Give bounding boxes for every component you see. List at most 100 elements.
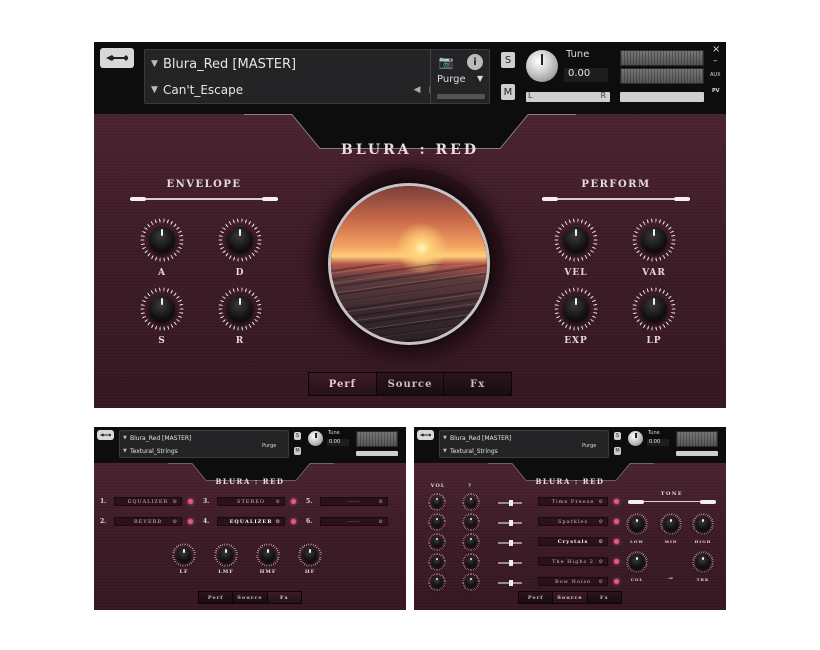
aux-button[interactable]: AUX: [710, 72, 721, 78]
source-instrument-name[interactable]: Blura_Red [MASTER]: [450, 435, 608, 442]
layer-5-led[interactable]: [614, 579, 619, 584]
fx-tab-fx[interactable]: Fx: [267, 592, 301, 603]
gear-icon[interactable]: ⚙: [173, 499, 178, 505]
attack-knob[interactable]: [140, 218, 184, 262]
gear-icon[interactable]: ⚙: [276, 519, 281, 525]
tone-col-knob[interactable]: [626, 551, 648, 573]
source-tune-knob[interactable]: [628, 431, 643, 446]
layer-1-pan-knob[interactable]: [462, 493, 480, 511]
tone-trk-knob[interactable]: [692, 551, 714, 573]
fx-slot-6[interactable]: ----- ⚙: [320, 517, 388, 526]
fx-solo-button[interactable]: S: [294, 432, 301, 440]
layer-4-led[interactable]: [614, 559, 619, 564]
fx-slot-2-led[interactable]: [188, 519, 193, 524]
fx-slot-1[interactable]: EQUALIZER ⚙: [114, 497, 182, 506]
source-tab-fx[interactable]: Fx: [587, 592, 621, 603]
expression-knob[interactable]: [554, 287, 598, 331]
layer-4-slider[interactable]: [498, 560, 522, 566]
fx-slot-2[interactable]: REVERB ⚙: [114, 517, 182, 526]
fx-volume-slider[interactable]: [356, 451, 398, 456]
layer-3-slider[interactable]: [498, 540, 522, 546]
fx-slot-3[interactable]: STEREO ⚙: [217, 497, 285, 506]
layer-5-slider[interactable]: [498, 580, 522, 586]
tab-fx[interactable]: Fx: [444, 373, 512, 395]
velocity-knob[interactable]: [554, 218, 598, 262]
lowpass-knob[interactable]: [632, 287, 676, 331]
gear-icon[interactable]: ⚙: [379, 519, 384, 525]
wrench-button[interactable]: [100, 48, 134, 68]
volume-slider[interactable]: [620, 92, 704, 102]
layer-3-led[interactable]: [614, 539, 619, 544]
tab-perf[interactable]: Perf: [309, 373, 377, 395]
camera-icon[interactable]: 📷: [437, 54, 455, 70]
info-icon[interactable]: i: [467, 54, 483, 70]
instrument-dropdown-icon[interactable]: ▼: [151, 59, 163, 69]
layer-4-vol-knob[interactable]: [428, 553, 446, 571]
source-tab-perf[interactable]: Perf: [519, 592, 554, 603]
layer-2-slider[interactable]: [498, 520, 522, 526]
layer-5-vol-knob[interactable]: [428, 573, 446, 591]
tune-knob[interactable]: [526, 50, 558, 82]
gear-icon[interactable]: ⚙: [599, 539, 604, 545]
fx-tab-source[interactable]: Source: [233, 592, 268, 603]
decay-knob[interactable]: [218, 218, 262, 262]
layer-1-vol-knob[interactable]: [428, 493, 446, 511]
layer-3-select[interactable]: Crystals ⚙: [538, 537, 608, 546]
gear-icon[interactable]: ⚙: [173, 519, 178, 525]
sustain-knob[interactable]: [140, 287, 184, 331]
fx-tab-perf[interactable]: Perf: [199, 592, 234, 603]
layer-3-pan-knob[interactable]: [462, 533, 480, 551]
layer-2-select[interactable]: Sparkles ⚙: [538, 517, 608, 526]
gear-icon[interactable]: ⚙: [599, 559, 604, 565]
layer-5-select[interactable]: Bow Noise ⚙: [538, 577, 608, 586]
minimize-button[interactable]: –: [713, 56, 718, 66]
layer-1-select[interactable]: Time Freeze ⚙: [538, 497, 608, 506]
fx-instrument-name[interactable]: Blura_Red [MASTER]: [130, 435, 288, 442]
fx-lmf-knob[interactable]: [214, 543, 238, 567]
gear-icon[interactable]: ⚙: [379, 499, 384, 505]
tune-value[interactable]: 0.00: [564, 68, 608, 82]
layer-1-slider[interactable]: [498, 500, 522, 506]
gear-icon[interactable]: ⚙: [599, 579, 604, 585]
tone-low-knob[interactable]: [626, 513, 648, 535]
source-purge-dropdown[interactable]: Purge: [582, 443, 596, 449]
fx-purge-dropdown[interactable]: Purge: [262, 443, 276, 449]
layer-2-vol-knob[interactable]: [428, 513, 446, 531]
fx-tune-value[interactable]: 0.00: [327, 439, 349, 446]
release-knob[interactable]: [218, 287, 262, 331]
fx-tune-knob[interactable]: [308, 431, 323, 446]
instrument-name[interactable]: Blura_Red [MASTER]: [163, 57, 453, 72]
layer-3-vol-knob[interactable]: [428, 533, 446, 551]
layer-5-pan-knob[interactable]: [462, 573, 480, 591]
prev-preset-button[interactable]: ◀: [409, 85, 425, 95]
gear-icon[interactable]: ⚙: [599, 519, 604, 525]
preset-dropdown-icon[interactable]: ▼: [151, 85, 163, 95]
mute-button[interactable]: M: [501, 84, 515, 100]
fx-slot-3-led[interactable]: [291, 499, 296, 504]
solo-button[interactable]: S: [501, 52, 515, 68]
purge-dropdown[interactable]: Purge: [437, 74, 466, 85]
tone-high-knob[interactable]: [692, 513, 714, 535]
layer-4-pan-knob[interactable]: [462, 553, 480, 571]
fx-lf-knob[interactable]: [172, 543, 196, 567]
layer-1-led[interactable]: [614, 499, 619, 504]
fx-slot-4-led[interactable]: [291, 519, 296, 524]
source-solo-button[interactable]: S: [614, 432, 621, 440]
fx-hmf-knob[interactable]: [256, 543, 280, 567]
fx-mute-button[interactable]: M: [294, 447, 301, 455]
close-button[interactable]: ×: [712, 44, 720, 55]
fx-slot-4[interactable]: EQUALIZER ⚙: [217, 517, 285, 526]
layer-4-select[interactable]: The Highs 2 ⚙: [538, 557, 608, 566]
purge-dropdown-icon[interactable]: ▼: [477, 74, 483, 83]
source-mute-button[interactable]: M: [614, 447, 621, 455]
layer-2-pan-knob[interactable]: [462, 513, 480, 531]
tone-mid-knob[interactable]: [660, 513, 682, 535]
gear-icon[interactable]: ⚙: [276, 499, 281, 505]
variation-knob[interactable]: [632, 218, 676, 262]
layer-2-led[interactable]: [614, 519, 619, 524]
source-volume-slider[interactable]: [676, 451, 718, 456]
gear-icon[interactable]: ⚙: [599, 499, 604, 505]
source-tab-source[interactable]: Source: [553, 592, 588, 603]
pv-button[interactable]: PV: [712, 88, 720, 94]
fx-wrench-button[interactable]: [97, 430, 114, 440]
